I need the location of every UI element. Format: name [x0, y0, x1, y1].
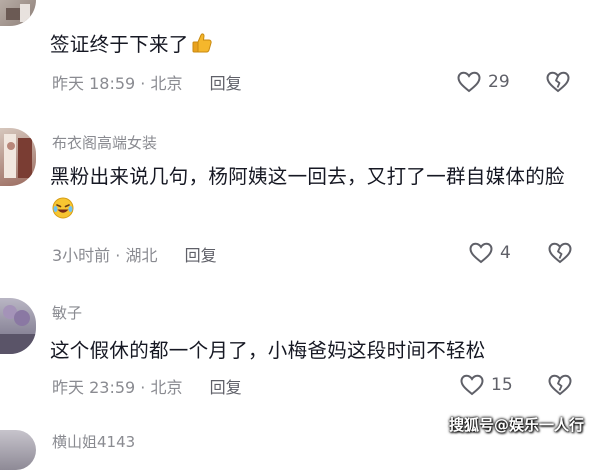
watermark-account: 娱乐一人行: [508, 416, 584, 434]
like-count: 29: [488, 72, 510, 92]
like-count: 15: [491, 375, 513, 395]
broken-heart-icon: [548, 374, 572, 396]
comment-time: 昨天 23:59: [52, 378, 136, 397]
meta-separator: ·: [140, 378, 146, 397]
broken-heart-icon: [546, 71, 570, 93]
reply-button[interactable]: 回复: [185, 246, 217, 265]
comment-location: 湖北: [125, 246, 158, 265]
dislike-button[interactable]: [546, 373, 574, 397]
reply-button[interactable]: 回复: [210, 74, 242, 93]
laughing-crying-emoji-icon: [52, 196, 74, 219]
comment-username[interactable]: 布衣阁高端女装: [52, 132, 157, 153]
comment-location: 北京: [150, 378, 183, 397]
meta-separator: ·: [115, 246, 121, 265]
watermark: 搜狐号@娱乐一人行: [449, 414, 584, 435]
comment-meta: 昨天 23:59 · 北京 回复: [52, 374, 242, 398]
watermark-at: @: [493, 416, 509, 434]
thumbs-up-emoji-icon: [191, 31, 213, 53]
comment-username[interactable]: 横山姐4143: [52, 431, 135, 452]
comment-meta: 3小时前 · 湖北 回复: [52, 242, 217, 266]
heart-icon: [469, 242, 493, 264]
like-count: 4: [500, 243, 511, 263]
heart-icon: [460, 374, 484, 396]
comment-time: 3小时前: [52, 246, 111, 265]
avatar[interactable]: [0, 128, 36, 186]
meta-separator: ·: [140, 74, 146, 93]
comment-username[interactable]: 敏子: [52, 302, 82, 323]
heart-icon: [457, 71, 481, 93]
reply-button[interactable]: 回复: [210, 378, 242, 397]
like-button[interactable]: 4: [468, 241, 511, 265]
like-button[interactable]: 29: [456, 70, 510, 94]
watermark-prefix: 搜狐号: [448, 416, 494, 434]
like-button[interactable]: 15: [459, 373, 513, 397]
comment-location: 北京: [150, 74, 183, 93]
comment-content: 黑粉出来说几句，杨阿姨这一回去，又打了一群自媒体的脸: [50, 160, 572, 226]
comment-content: 签证终于下来了: [50, 28, 570, 61]
comment-time: 昨天 18:59: [52, 74, 136, 93]
avatar[interactable]: [0, 0, 36, 26]
avatar[interactable]: [0, 298, 36, 354]
comment-content: 这个假休的都一个月了，小梅爸妈这段时间不轻松: [50, 339, 486, 362]
comment-meta: 昨天 18:59 · 北京 回复: [52, 70, 242, 94]
broken-heart-icon: [548, 242, 572, 264]
dislike-button[interactable]: [546, 241, 574, 265]
avatar[interactable]: [0, 430, 36, 470]
dislike-button[interactable]: [544, 70, 572, 94]
